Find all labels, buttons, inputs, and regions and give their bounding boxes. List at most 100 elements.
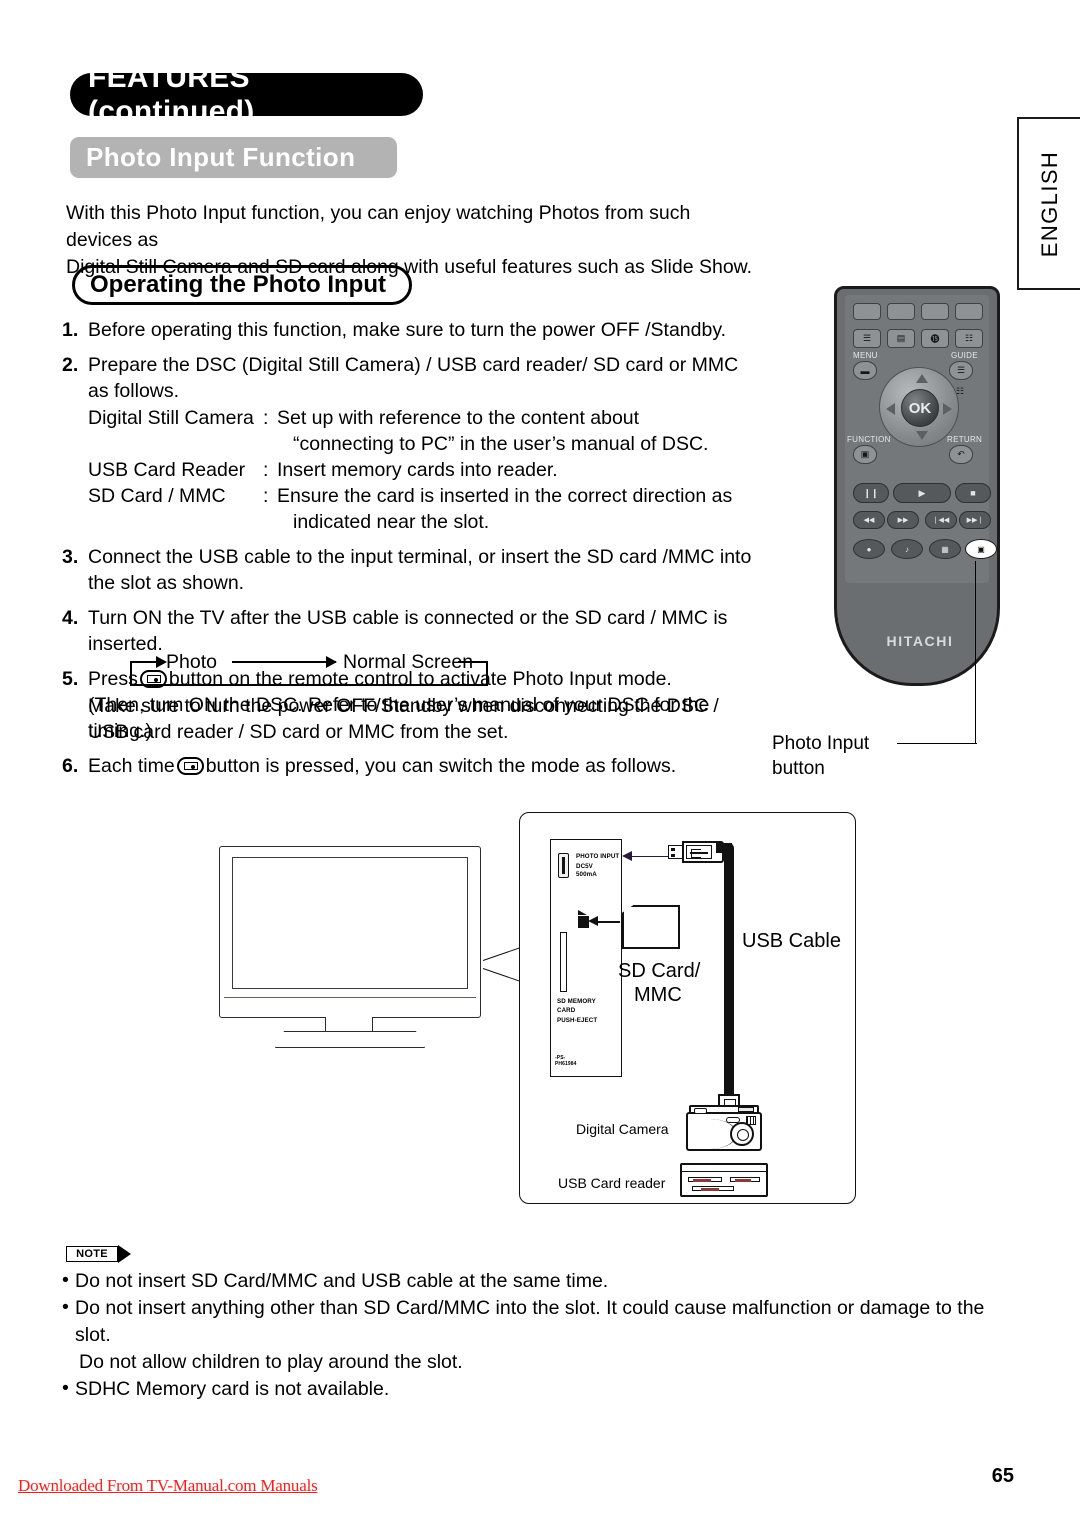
label-sd-card-line2: MMC [634,984,682,1006]
colon-sd: : [263,485,269,507]
reader-lid-line [682,1171,766,1172]
tv-stand-neck [325,1017,373,1033]
colon-dsc: : [263,407,269,429]
tv-illustration [213,840,535,1062]
note-bullet-3: • [62,1377,69,1399]
chapter-title-text: FEATURES (continued) [88,60,255,128]
device-desc-sd-line1: Ensure the card is inserted in the corre… [277,485,733,507]
intro-line-1: With this Photo Input function, you can … [66,202,691,251]
port-label-photo-input: PHOTO INPUT [576,853,620,860]
record-button[interactable]: ● [853,539,885,559]
menu-button[interactable]: ▬ [853,361,877,380]
step-4-number: 4. [62,607,79,629]
cycle-loop-path [130,663,488,686]
reader-slot-1 [688,1177,722,1182]
tv-side-port-panel: PHOTO INPUT DC5V 500mA SD MEMORY CARD PU… [550,839,622,1077]
digital-camera-illustration [686,1105,762,1151]
guide-button[interactable]: ☰ [949,361,973,380]
callout-line-1: Photo Input [772,733,870,754]
step-1-text: Before operating this function, make sur… [88,319,727,341]
play-button[interactable]: ▶ [893,483,951,503]
pause-icon: ❙❙ [863,487,879,498]
usb-port-icon [558,853,569,878]
previous-track-button[interactable]: ❘◀◀ [925,511,957,529]
section-title-pill: Photo Input Function [70,137,397,178]
teletext-subtitle-icon[interactable]: ⓯ [921,329,949,348]
note-arrow-icon [118,1245,131,1263]
rewind-button[interactable]: ◀◀ [853,511,885,529]
step-1-number: 1. [62,319,79,341]
device-desc-dsc-line2: “connecting to PC” in the user’s manual … [293,433,709,455]
photo-input-button[interactable]: ▣ [965,539,997,559]
usb-symbol-icon [686,845,712,859]
note-item-2: • Do not insert anything other than SD C… [62,1295,1022,1376]
step-1: 1. Before operating this function, make … [62,317,762,343]
stop-icon: ■ [970,488,976,498]
stop-button[interactable]: ■ [955,483,991,503]
step-5-number: 5. [62,668,79,690]
arrow-left-icon[interactable] [886,403,895,415]
page-number: 65 [991,1465,1014,1487]
port-label-sd-memory: SD MEMORY [557,998,596,1005]
device-name-dsc: Digital Still Camera [88,407,254,429]
return-button[interactable]: ↶ [949,445,973,464]
teletext-list-icon[interactable]: ☷ [955,329,983,348]
remote-blank-button-1[interactable] [853,303,881,320]
subsection-title-pill: Operating the Photo Input [72,265,412,305]
remote-blank-button-4[interactable] [955,303,983,320]
step-3-text: Connect the USB cable to the input termi… [88,546,752,594]
port-label-card: CARD [557,1007,576,1014]
remote-function-label: FUNCTION [847,435,891,444]
play-icon: ▶ [918,487,926,498]
photo-input-icon [176,757,204,775]
label-sd-card-line1: SD Card/ [618,960,701,982]
device-desc-sd-line2: indicated near the slot. [293,511,490,533]
remote-control-illustration: ☰ ▤ ⓯ ☷ MENU ▬ GUIDE ☰ ☷ OK FUNCTION ▣ R… [772,286,1020,779]
remote-return-label: RETURN [947,435,983,444]
step-2-number: 2. [62,354,79,376]
fast-forward-button[interactable]: ▶▶ [887,511,919,529]
language-tab-label: ENGLISH [1036,150,1062,257]
remote-blank-button-3[interactable] [921,303,949,320]
camera-viewfinder [694,1107,707,1114]
arrow-down-icon[interactable] [916,431,928,440]
pause-button[interactable]: ❙❙ [853,483,889,503]
next-track-button[interactable]: ▶▶❘ [959,511,991,529]
step-6-text-after: button is pressed, you can switch the mo… [205,755,677,777]
download-source-link[interactable]: Downloaded From TV-Manual.com Manuals [18,1476,318,1496]
remote-menu-label: MENU [853,351,878,360]
language-tab: ENGLISH [1017,117,1080,290]
label-digital-camera: Digital Camera [576,1121,669,1137]
camera-flash [738,1107,754,1112]
note-item-3: • SDHC Memory card is not available. [62,1376,1022,1403]
audio-button[interactable]: ♪ [891,539,923,559]
note-item-2-text: Do not insert anything other than SD Car… [75,1297,985,1346]
section-title-text: Photo Input Function [86,142,356,172]
callout-leader-vertical [975,561,976,744]
ok-button[interactable]: OK [901,389,939,427]
device-row-dsc: Digital Still Camera : Set up with refer… [88,405,762,457]
chapter-title-pill: FEATURES (continued) [70,61,423,128]
remote-top-button-row [853,303,989,320]
remote-blank-button-2[interactable] [887,303,915,320]
step-6: 6. Each time button is pressed, you can s… [62,753,762,779]
usb-arrow-line [632,856,668,857]
note-item-1-text: Do not insert SD Card/MMC and USB cable … [75,1270,609,1292]
sd-card-slot-icon [560,932,567,992]
note-item-3-text: SDHC Memory card is not available. [75,1378,390,1400]
teletext-index-icon[interactable]: ☰ [853,329,881,348]
screen-format-button[interactable]: ▦ [929,539,961,559]
arrow-right-icon[interactable] [943,403,952,415]
device-row-sd: SD Card / MMC : Ensure the card is inser… [88,483,762,535]
usb-arrow-head-icon [622,851,632,861]
remote-teletext-button-row: ☰ ▤ ⓯ ☷ [853,329,989,348]
connection-diagram: PHOTO INPUT DC5V 500mA SD MEMORY CARD PU… [519,812,856,1204]
teletext-reveal-icon[interactable]: ▤ [887,329,915,348]
fast-forward-icon: ▶▶ [897,517,909,524]
arrow-up-icon[interactable] [916,374,928,383]
function-button[interactable]: ▣ [853,445,877,464]
device-row-reader: USB Card Reader : Insert memory cards in… [88,457,762,483]
step-4: 4. Turn ON the TV after the USB cable is… [62,605,762,657]
tv-bezel-chin [224,997,476,1014]
step-3: 3. Connect the USB cable to the input te… [62,544,762,596]
